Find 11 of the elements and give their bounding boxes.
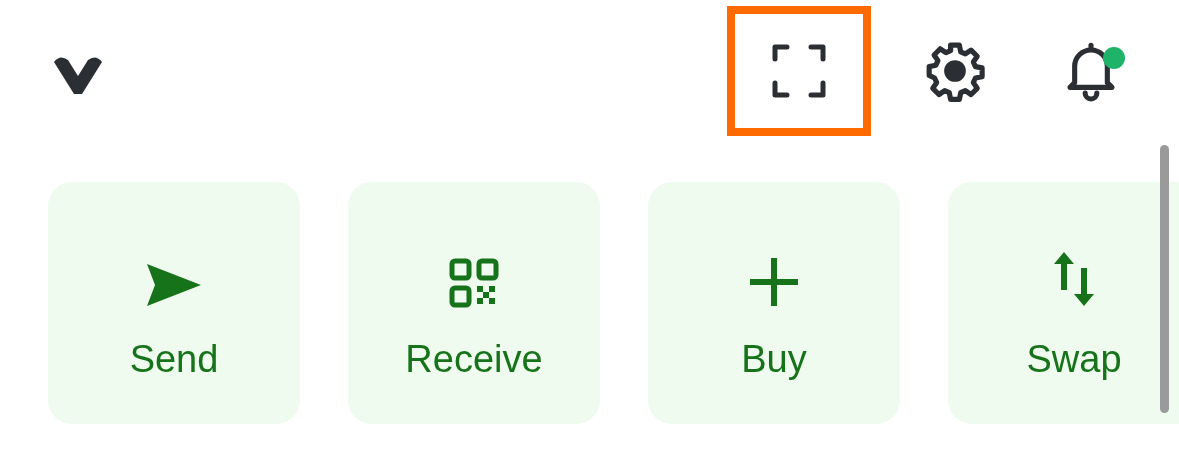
swap-button[interactable]: Swap bbox=[948, 182, 1179, 424]
buy-button[interactable]: Buy bbox=[648, 182, 900, 424]
qr-code-icon bbox=[449, 258, 499, 308]
scan-icon bbox=[771, 43, 827, 99]
send-icon bbox=[145, 262, 203, 308]
settings-icon bbox=[924, 40, 986, 102]
receive-button[interactable]: Receive bbox=[348, 182, 600, 424]
plus-icon bbox=[748, 256, 800, 308]
send-button[interactable]: Send bbox=[48, 182, 300, 424]
swap-arrows-icon bbox=[1052, 250, 1096, 308]
scrollbar[interactable] bbox=[1160, 145, 1169, 413]
